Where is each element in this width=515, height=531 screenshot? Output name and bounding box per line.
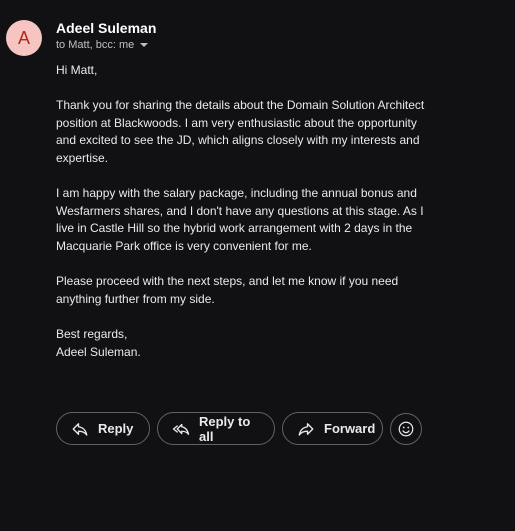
forward-button[interactable]: Forward bbox=[282, 412, 383, 445]
reply-button[interactable]: Reply bbox=[56, 412, 150, 445]
body-paragraph: I am happy with the salary package, incl… bbox=[56, 186, 424, 253]
reply-all-label: Reply to all bbox=[199, 413, 251, 444]
forward-icon bbox=[297, 420, 315, 438]
closing: Best regards, bbox=[56, 326, 128, 341]
email-view: A Adeel Suleman to Matt, bcc: me Hi Matt… bbox=[0, 0, 515, 531]
recipients-line: to Matt, bcc: me bbox=[56, 39, 149, 51]
body-paragraph: Thank you for sharing the details about … bbox=[56, 98, 425, 165]
recipients-text: to Matt, bcc: me bbox=[56, 39, 135, 51]
reply-label: Reply bbox=[98, 421, 134, 436]
sender-name[interactable]: Adeel Suleman bbox=[56, 20, 156, 36]
reply-all-button[interactable]: Reply to all bbox=[157, 412, 275, 445]
body-paragraph: Please proceed with the next steps, and … bbox=[56, 274, 399, 306]
emoji-icon bbox=[397, 420, 415, 438]
chevron-down-icon[interactable] bbox=[140, 43, 149, 47]
forward-label: Forward bbox=[324, 421, 376, 436]
emoji-button[interactable] bbox=[390, 412, 422, 445]
signature: Adeel Suleman. bbox=[56, 344, 141, 359]
greeting: Hi Matt, bbox=[56, 63, 98, 77]
avatar[interactable]: A bbox=[6, 20, 42, 56]
message-body: Hi Matt, Thank you for sharing the detai… bbox=[56, 62, 436, 361]
reply-icon bbox=[71, 420, 89, 438]
reply-all-icon bbox=[172, 420, 190, 438]
action-bar: Reply Reply to all Forward bbox=[56, 412, 422, 445]
